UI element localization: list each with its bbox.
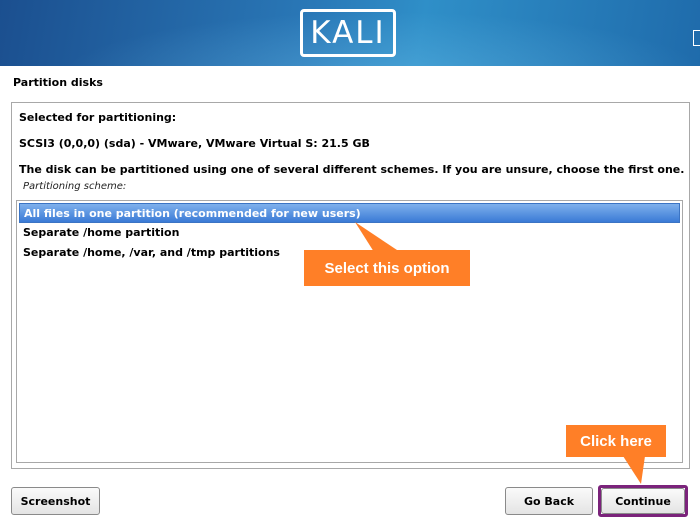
disk-info: SCSI3 (0,0,0) (sda) - VMware, VMware Vir… xyxy=(19,137,370,150)
kali-banner: KALI xyxy=(0,0,700,66)
scheme-description: The disk can be partitioned using one of… xyxy=(19,163,685,176)
page-title: Partition disks xyxy=(13,76,103,89)
partition-scheme-list[interactable]: All files in one partition (recommended … xyxy=(16,200,683,463)
kali-logo: KALI xyxy=(300,9,396,57)
select-option-callout: Select this option xyxy=(304,250,470,286)
click-callout-arrow xyxy=(623,456,645,484)
screenshot-button[interactable]: Screenshot xyxy=(11,487,100,515)
banner-edge-mark xyxy=(693,30,700,46)
click-here-callout: Click here xyxy=(566,425,666,457)
select-callout-arrow xyxy=(355,222,400,252)
continue-highlight xyxy=(598,485,688,517)
option-all-files-one-partition[interactable]: All files in one partition (recommended … xyxy=(19,203,680,223)
option-separate-home[interactable]: Separate /home partition xyxy=(19,223,680,243)
go-back-button[interactable]: Go Back xyxy=(505,487,593,515)
partitioning-scheme-label: Partitioning scheme: xyxy=(23,181,127,192)
kali-logo-text: KALI xyxy=(310,15,386,51)
selected-heading: Selected for partitioning: xyxy=(19,111,177,124)
